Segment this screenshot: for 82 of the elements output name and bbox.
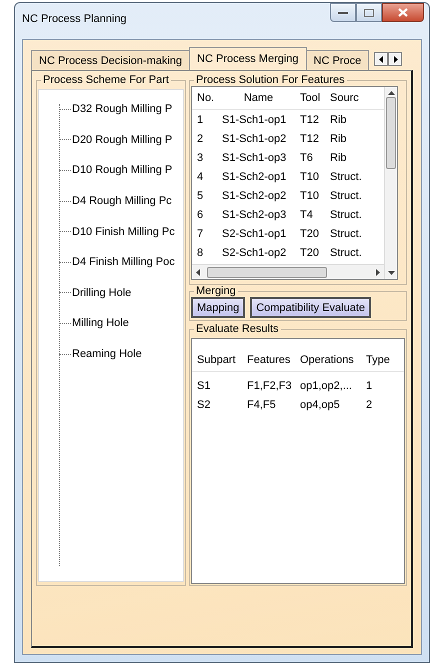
table-cell-text: Struct. (329, 228, 363, 240)
table-cell-text: Rib (329, 152, 348, 164)
table-cell-text: F4,F5 (246, 398, 277, 410)
table-cell-text: F1,F2,F3 (246, 380, 293, 392)
table-cell-text: T20 (299, 228, 320, 240)
column-header[interactable]: Tool (295, 92, 325, 104)
action-button[interactable]: Compatibility Evaluate (250, 297, 372, 318)
table-cell-text: op4,op5 (299, 398, 341, 410)
table-cell-text: 8 (196, 246, 204, 258)
maximize-button[interactable] (356, 3, 382, 22)
table-cell-text: T20 (299, 246, 320, 258)
group-title: Evaluate Results (195, 323, 280, 335)
table-cell-text: 2 (365, 398, 374, 410)
tab[interactable]: NC Proce (306, 50, 370, 70)
table-cell-text: Struct. (329, 208, 363, 220)
tree-item[interactable]: D32 Rough Milling P (72, 103, 172, 116)
table-cell-text: Struct. (329, 246, 363, 258)
right-arrow-icon (392, 56, 398, 62)
table-cell-text: S1 (196, 380, 212, 392)
minimize-icon (338, 10, 348, 14)
table-cell-text: 2 (196, 132, 204, 144)
table-cell-text: T12 (299, 132, 320, 144)
table-cell-text: S1-Sch1-op2 (221, 132, 288, 144)
left-arrow-icon (378, 56, 384, 62)
table-cell-text: S1-Sch1-op1 (221, 114, 288, 126)
column-header[interactable]: Features (242, 354, 295, 366)
tab[interactable]: NC Process Decision-making (31, 50, 190, 70)
column-header[interactable]: No. (192, 92, 217, 104)
left-arrow-icon[interactable] (196, 268, 200, 276)
table-cell-text: 1 (365, 380, 374, 392)
table-cell-text: T4 (299, 208, 314, 220)
table-cell-text: Rib (329, 132, 348, 144)
table-cell-text: S2 (196, 398, 212, 410)
table-cell-text: 3 (196, 152, 204, 164)
tree-item[interactable]: Reaming Hole (72, 348, 142, 360)
table-cell-text: T6 (299, 152, 314, 164)
group-title: Process Solution For Features (195, 74, 346, 86)
table-cell-text: S1-Sch1-op3 (221, 152, 288, 164)
right-arrow-icon[interactable] (376, 268, 380, 276)
tree-item[interactable]: Milling Hole (72, 317, 129, 330)
tree-item[interactable]: D4 Finish Milling Poc (72, 256, 175, 268)
window-title: NC Process Planning (22, 13, 127, 25)
horizontal-scrollbar[interactable] (192, 264, 384, 279)
up-arrow-icon[interactable] (388, 91, 394, 95)
table-cell-text: T10 (299, 170, 320, 182)
minimize-button[interactable] (330, 3, 356, 22)
vertical-scrollbar[interactable] (384, 87, 397, 279)
table-cell-text: Rib (329, 114, 348, 126)
scroll-left-button[interactable] (374, 52, 388, 66)
table-cell-text: 6 (196, 208, 204, 220)
tree-item[interactable]: D10 Rough Milling P (72, 164, 172, 176)
column-header[interactable]: Operations (295, 354, 361, 366)
tree-item[interactable]: D10 Finish Milling Pc (72, 226, 175, 238)
table-cell-text: S2-Sch1-op1 (221, 228, 288, 240)
group-title: Merging (195, 285, 237, 297)
table-cell-text: op1,op2,... (299, 380, 353, 392)
table-cell-text: 7 (196, 228, 204, 240)
action-button[interactable]: Mapping (191, 297, 246, 318)
table-cell-text: T12 (299, 114, 320, 126)
close-icon (398, 8, 408, 17)
table-cell-text: Struct. (329, 170, 363, 182)
table-cell-text: S1-Sch2-op2 (221, 190, 288, 202)
column-header[interactable]: Subpart (192, 354, 242, 366)
maximize-icon (364, 8, 374, 16)
table-cell-text: S1-Sch2-op3 (221, 208, 288, 220)
table-cell-text: Struct. (329, 190, 363, 202)
column-header[interactable]: Sourc (325, 92, 384, 104)
close-button[interactable] (382, 3, 424, 22)
column-header[interactable]: Type (361, 354, 404, 366)
table-cell-text: 5 (196, 190, 204, 202)
down-arrow-icon[interactable] (388, 271, 394, 275)
table-cell-text: 4 (196, 170, 204, 182)
table-cell-text: S1-Sch2-op1 (221, 170, 288, 182)
tree-item[interactable]: D4 Rough Milling Pc (72, 195, 172, 208)
group-title: Process Scheme For Part (42, 74, 170, 86)
table-cell-text: T10 (299, 190, 320, 202)
tree-item[interactable]: Drilling Hole (72, 286, 132, 299)
table-cell-text: 1 (196, 114, 204, 126)
tree-item[interactable]: D20 Rough Milling P (72, 134, 172, 146)
scroll-right-button[interactable] (388, 52, 402, 66)
table-cell-text: S2-Sch1-op2 (221, 246, 288, 258)
column-header[interactable]: Name (217, 92, 295, 104)
